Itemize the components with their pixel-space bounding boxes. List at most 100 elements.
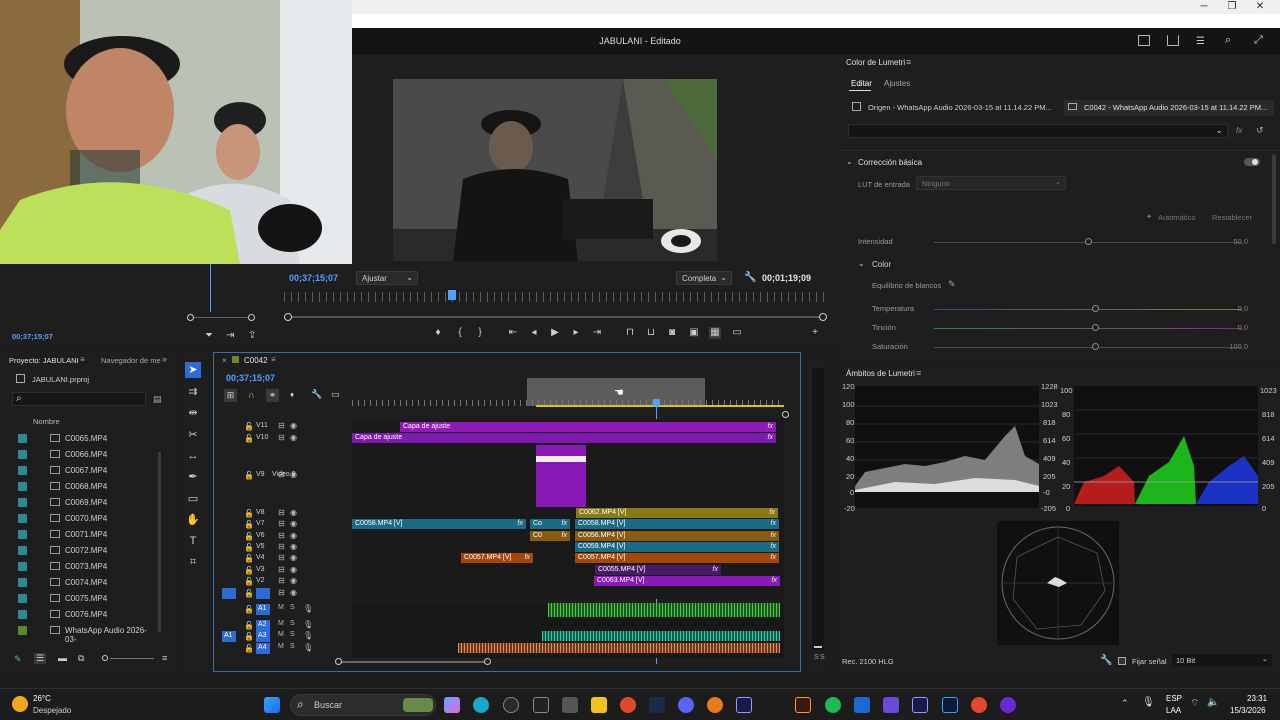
teams-icon[interactable] (883, 697, 899, 713)
panel-menu-icon[interactable]: ≡ (906, 57, 911, 67)
wrench-icon[interactable]: 🔧 (744, 272, 756, 283)
toggle-sync-icon[interactable]: ⊟ (278, 433, 285, 442)
panel-menu-icon[interactable]: ≡ (80, 355, 85, 364)
microphone-icon[interactable]: 🎙 (303, 604, 313, 613)
track-label[interactable]: V5 (256, 543, 265, 550)
timeline-clip[interactable]: Co fx (530, 519, 570, 529)
snap-icon[interactable]: ∩ (245, 389, 258, 402)
play-icon[interactable]: ▶ (549, 327, 561, 339)
microphone-icon[interactable]: 🎙 (303, 631, 313, 640)
track-select-tool-icon[interactable]: ⇉ (185, 384, 201, 400)
eye-icon[interactable]: ◉ (290, 565, 297, 574)
mark-in-icon[interactable]: { (454, 327, 466, 339)
lock-icon[interactable]: 🔓 (244, 471, 254, 480)
toggle-sync-icon[interactable]: ⊟ (278, 508, 285, 517)
clock-time[interactable]: 23:31 (1247, 694, 1267, 703)
track-label[interactable]: A1 (258, 605, 267, 612)
lock-icon[interactable]: 🔓 (244, 520, 254, 529)
source-zoom-bar[interactable] (190, 317, 252, 318)
source-origin-tab[interactable]: Origen - WhatsApp Audio 2026-03-15 at 11… (848, 100, 1060, 116)
toggle-sync-icon[interactable]: ⊟ (278, 519, 285, 528)
eye-icon[interactable]: ◉ (290, 576, 297, 585)
chrome-icon[interactable] (620, 697, 636, 713)
eye-icon[interactable]: ◉ (290, 421, 297, 430)
lock-icon[interactable]: 🔓 (244, 532, 254, 541)
lumetri-scrollbar[interactable] (1272, 154, 1276, 244)
mute-button[interactable]: M (278, 620, 284, 627)
track-label[interactable]: V8 (256, 509, 265, 516)
lock-icon[interactable]: 🔓 (244, 543, 254, 552)
intensity-value[interactable]: 50,0 (1233, 237, 1248, 246)
list-item[interactable]: C0071.MP4 (18, 528, 158, 542)
list-view-icon[interactable]: ☰ (34, 653, 47, 664)
timeline-clip[interactable]: C0055.MP4 [V] fx (595, 565, 721, 575)
fit-select[interactable]: Ajustar ⌄ (356, 271, 418, 285)
wifi-icon[interactable]: ⌔ (1190, 697, 1199, 710)
nest-icon[interactable]: ⊞ (224, 389, 237, 402)
language-top[interactable]: ESP (1166, 694, 1182, 703)
lock-icon[interactable]: 🔓 (244, 589, 254, 598)
chevron-up-icon[interactable]: ⌃ (1121, 698, 1129, 709)
git-icon[interactable] (503, 697, 519, 713)
lock-icon[interactable]: 🔓 (244, 577, 254, 586)
microphone-icon[interactable]: 🎙 (1142, 697, 1155, 708)
timeline-clip[interactable]: C0063.MP4 [V] fx (594, 576, 780, 586)
clamp-checkbox[interactable] (1118, 657, 1126, 665)
intensity-slider[interactable]: Intensidad 50,0 (838, 237, 1248, 249)
spotify-icon[interactable] (825, 697, 841, 713)
tint-knob[interactable] (1092, 324, 1099, 331)
weather-desc[interactable]: Despejado (33, 706, 71, 715)
track-label[interactable]: V3 (256, 566, 265, 573)
timeline-timecode[interactable]: 00;37;15;07 (226, 373, 275, 383)
close-button[interactable]: ✕ (1248, 0, 1272, 14)
insert-icon[interactable]: ⇥ (226, 330, 234, 341)
timeline-clip[interactable]: C0057.MP4 [V] fx (575, 553, 779, 563)
razor-tool-icon[interactable]: ✂ (185, 427, 201, 443)
lock-icon[interactable]: 🔓 (244, 621, 254, 630)
auto-button[interactable]: ✦ Automático (1142, 211, 1204, 224)
project-scrollbar[interactable] (158, 452, 161, 632)
freeform-view-icon[interactable]: ⧉ (78, 653, 84, 664)
basic-correction-toggle[interactable] (1244, 158, 1260, 166)
reset-arrow-icon[interactable]: ↺ (1256, 125, 1264, 136)
solo-button[interactable]: S (290, 604, 295, 611)
saturation-knob[interactable] (1092, 343, 1099, 350)
hand-tool-icon[interactable]: ✋ (185, 512, 201, 528)
toggle-sync-icon[interactable]: ⊟ (278, 531, 285, 540)
tab-settings[interactable]: Ajustes (884, 79, 910, 88)
program-time-ruler[interactable] (284, 292, 824, 302)
temperature-value[interactable]: 0,0 (1238, 304, 1248, 313)
list-item[interactable]: C0068.MP4 (18, 480, 158, 494)
chrome-profile-icon[interactable] (971, 697, 987, 713)
lock-icon[interactable]: 🔓 (244, 434, 254, 443)
zoom-handle-right[interactable] (819, 313, 827, 321)
tint-slider[interactable]: Tinción 0,0 (838, 323, 1248, 335)
track-label[interactable]: V7 (256, 520, 265, 527)
toggle-sync-icon[interactable]: ⊟ (278, 553, 285, 562)
solo-label-s1[interactable]: S (814, 654, 819, 661)
camera-icon[interactable]: ◙ (666, 327, 678, 339)
list-item[interactable]: C0065.MP4 (18, 432, 158, 446)
program-playhead[interactable] (448, 290, 456, 300)
intensity-knob[interactable] (1085, 238, 1092, 245)
eye-icon[interactable]: ◉ (290, 531, 297, 540)
blender-icon[interactable] (707, 697, 723, 713)
export-icon[interactable]: ⇪ (248, 330, 256, 341)
go-to-in-icon[interactable]: ⇤ (507, 327, 519, 339)
fullscreen-icon[interactable]: ⤢ (1254, 34, 1263, 47)
track-label[interactable]: V4 (256, 554, 265, 561)
new-bin-icon[interactable]: ▤ (153, 394, 162, 405)
solo-label-s2[interactable]: S (820, 654, 825, 661)
eye-icon[interactable]: ◉ (290, 519, 297, 528)
timeline-zoom-bar[interactable] (338, 661, 488, 663)
illustrator-icon[interactable] (795, 697, 811, 713)
basic-correction-title[interactable]: Corrección básica (858, 158, 922, 167)
tint-value[interactable]: 0,0 (1238, 323, 1248, 332)
toggle-sync-icon[interactable]: ⊟ (278, 421, 285, 430)
linked-selection-icon[interactable]: ⚭ (266, 389, 279, 402)
list-item[interactable]: C0076.MP4 (18, 608, 158, 622)
search-icon[interactable]: ⌕ (1225, 34, 1231, 47)
mute-button[interactable]: M (278, 604, 284, 611)
overlay-icon[interactable]: ▦ (709, 327, 721, 339)
program-zoom-bar[interactable] (288, 316, 823, 318)
